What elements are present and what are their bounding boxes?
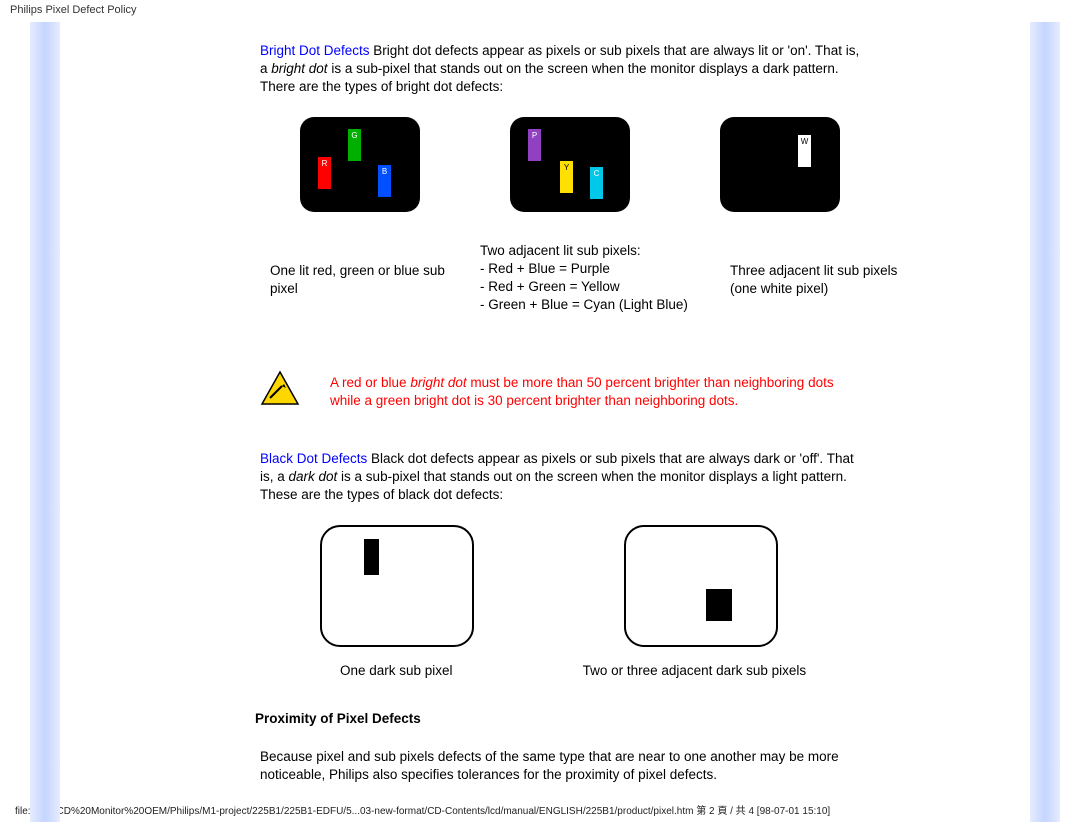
page-footer: file:///E|/LCD%20Monitor%20OEM/Philips/M… (0, 798, 1080, 823)
blue-pixel-icon: B (378, 165, 391, 197)
white-pixel-icon: W (798, 135, 811, 167)
diagram-pyc: P Y C (510, 117, 630, 212)
pixel-label: R (318, 159, 331, 170)
bright-text-2: is a sub-pixel that stands out on the sc… (260, 61, 839, 94)
pixel-label: B (378, 167, 391, 178)
proximity-body: Because pixel and sub pixels defects of … (260, 748, 860, 784)
dark-diagram-row (320, 525, 860, 647)
caption-3: Three adjacent lit sub pixels (one white… (730, 242, 930, 298)
footer-path: file:///E|/LCD%20Monitor%20OEM/Philips/M… (15, 806, 830, 817)
caption-2-l4: - Green + Blue = Cyan (Light Blue) (480, 296, 720, 314)
dark-pixel-icon (364, 539, 379, 575)
header-title: Philips Pixel Defect Policy (10, 4, 137, 16)
caption-2-l3: - Red + Green = Yellow (480, 278, 720, 296)
page-body: Bright Dot Defects Bright dot defects ap… (0, 22, 1080, 798)
caption-2-l1: Two adjacent lit sub pixels: (480, 242, 720, 260)
red-pixel-icon: R (318, 157, 331, 189)
proximity-heading: Proximity of Pixel Defects (255, 710, 860, 728)
bright-diagram-row: R G B P Y C W (260, 117, 860, 212)
caption-2-l2: - Red + Blue = Purple (480, 260, 720, 278)
caption-2: Two adjacent lit sub pixels: - Red + Blu… (480, 242, 720, 315)
black-dot-link[interactable]: Black Dot Defects (260, 451, 367, 466)
dark-captions-row: One dark sub pixel Two or three adjacent… (340, 662, 860, 680)
screen-multi-dark (624, 525, 778, 647)
pixel-label: Y (560, 163, 573, 174)
diagram-rgb: R G B (260, 117, 420, 212)
black-text-2: is a sub-pixel that stands out on the sc… (260, 469, 847, 502)
screen-pyc: P Y C (510, 117, 630, 212)
caption-1: One lit red, green or blue sub pixel (260, 242, 470, 298)
page-header: Philips Pixel Defect Policy (0, 0, 1080, 22)
dark-caption-2: Two or three adjacent dark sub pixels (583, 662, 807, 680)
yellow-pixel-icon: Y (560, 161, 573, 193)
caption-3-l2: (one white pixel) (730, 280, 930, 298)
pixel-label: W (798, 137, 811, 148)
screen-white: W (720, 117, 840, 212)
black-dot-paragraph: Black Dot Defects Black dot defects appe… (260, 450, 860, 505)
content-column: Bright Dot Defects Bright dot defects ap… (260, 22, 860, 785)
caption-3-l1: Three adjacent lit sub pixels (730, 262, 930, 280)
diagram-white: W (720, 117, 860, 212)
purple-pixel-icon: P (528, 129, 541, 161)
pixel-label: G (348, 131, 361, 142)
bright-dot-link[interactable]: Bright Dot Defects (260, 43, 370, 58)
dark-pixel-cluster-icon (706, 589, 732, 621)
hazard-t1: A red or blue (330, 375, 410, 390)
hazard-text: A red or blue bright dot must be more th… (330, 370, 860, 410)
pixel-label: P (528, 131, 541, 142)
warning-triangle-icon (260, 370, 300, 406)
bright-captions-row: One lit red, green or blue sub pixel Two… (260, 242, 860, 315)
left-stripe (30, 22, 60, 822)
green-pixel-icon: G (348, 129, 361, 161)
right-stripe (1030, 22, 1060, 822)
bright-dot-paragraph: Bright Dot Defects Bright dot defects ap… (260, 42, 860, 97)
hazard-row: A red or blue bright dot must be more th… (260, 370, 860, 410)
bright-italic: bright dot (271, 61, 327, 76)
pixel-label: C (590, 169, 603, 180)
black-italic: dark dot (289, 469, 338, 484)
cyan-pixel-icon: C (590, 167, 603, 199)
dark-caption-1: One dark sub pixel (340, 662, 453, 680)
screen-one-dark (320, 525, 474, 647)
hazard-italic: bright dot (410, 375, 466, 390)
screen-rgb: R G B (300, 117, 420, 212)
